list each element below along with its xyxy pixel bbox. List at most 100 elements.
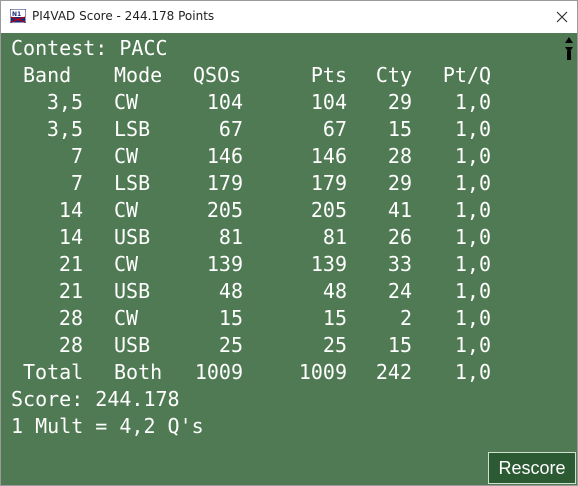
cell-pts: 81 bbox=[322, 225, 347, 249]
cell-pts: 139 bbox=[310, 252, 347, 276]
table-row: 7 CW 146 146 28 1,0 bbox=[11, 143, 561, 170]
cell-ptq: 1,0 bbox=[454, 306, 491, 330]
cell-band: 3,5 bbox=[46, 117, 83, 141]
cell-mode: CW bbox=[114, 252, 139, 276]
n1mm-logo-icon: N1 bbox=[10, 9, 26, 23]
cell-mode: CW bbox=[114, 198, 139, 222]
cell-mode: LSB bbox=[114, 171, 151, 195]
cell-qsos: 48 bbox=[218, 279, 243, 303]
cell-qsos: 25 bbox=[218, 333, 243, 357]
cell-band: 28 bbox=[58, 333, 83, 357]
rescore-button[interactable]: Rescore bbox=[488, 452, 576, 484]
cell-band: 7 bbox=[70, 171, 83, 195]
cell-qsos: 146 bbox=[206, 144, 243, 168]
table-row: 14 USB 81 81 26 1,0 bbox=[11, 224, 561, 251]
total-band: Total bbox=[23, 360, 84, 384]
header-pts: Pts bbox=[310, 63, 347, 87]
cell-cty: 29 bbox=[387, 171, 412, 195]
cell-cty: 33 bbox=[387, 252, 412, 276]
total-qsos: 1009 bbox=[194, 360, 243, 384]
cell-ptq: 1,0 bbox=[454, 90, 491, 114]
cell-pts: 146 bbox=[310, 144, 347, 168]
header-cty: Cty bbox=[375, 63, 412, 87]
cell-qsos: 104 bbox=[206, 90, 243, 114]
scroll-down-button[interactable] bbox=[564, 45, 574, 55]
score-text: Contest: PACC Band Mode QSOs Pts Cty Pt/… bbox=[11, 35, 561, 440]
cell-pts: 179 bbox=[310, 171, 347, 195]
cell-pts: 48 bbox=[322, 279, 347, 303]
cell-qsos: 15 bbox=[218, 306, 243, 330]
cell-ptq: 1,0 bbox=[454, 333, 491, 357]
vertical-scrollbar[interactable] bbox=[561, 33, 577, 485]
cell-band: 21 bbox=[58, 279, 83, 303]
cell-mode: CW bbox=[114, 306, 139, 330]
mult-line: 1 Mult = 4,2 Q's bbox=[11, 414, 204, 438]
cell-ptq: 1,0 bbox=[454, 171, 491, 195]
cell-pts: 67 bbox=[322, 117, 347, 141]
scroll-down-arrow-icon bbox=[565, 47, 573, 53]
table-row: 28 CW 15 15 2 1,0 bbox=[11, 305, 561, 332]
cell-pts: 15 bbox=[322, 306, 347, 330]
header-mode: Mode bbox=[114, 63, 163, 87]
cell-mode: USB bbox=[114, 225, 151, 249]
cell-band: 28 bbox=[58, 306, 83, 330]
title-bar: N1 PI4VAD Score - 244.178 Points bbox=[1, 1, 577, 33]
table-row: 3,5 LSB 67 67 15 1,0 bbox=[11, 116, 561, 143]
cell-cty: 41 bbox=[387, 198, 412, 222]
cell-ptq: 1,0 bbox=[454, 117, 491, 141]
cell-mode: USB bbox=[114, 333, 151, 357]
cell-cty: 2 bbox=[399, 306, 412, 330]
cell-cty: 24 bbox=[387, 279, 412, 303]
cell-cty: 29 bbox=[387, 90, 412, 114]
cell-band: 14 bbox=[58, 198, 83, 222]
svg-text:N1: N1 bbox=[12, 11, 21, 18]
cell-band: 3,5 bbox=[46, 90, 83, 114]
header-band: Band bbox=[23, 63, 72, 87]
cell-band: 21 bbox=[58, 252, 83, 276]
cell-qsos: 67 bbox=[218, 117, 243, 141]
score-window: N1 PI4VAD Score - 244.178 Points Contest… bbox=[0, 0, 578, 486]
cell-ptq: 1,0 bbox=[454, 198, 491, 222]
cell-qsos: 179 bbox=[206, 171, 243, 195]
table-row: 21 USB 48 48 24 1,0 bbox=[11, 278, 561, 305]
cell-ptq: 1,0 bbox=[454, 144, 491, 168]
total-cty: 242 bbox=[375, 360, 412, 384]
cell-mode: USB bbox=[114, 279, 151, 303]
scroll-up-button[interactable] bbox=[564, 35, 574, 45]
table-row: 7 LSB 179 179 29 1,0 bbox=[11, 170, 561, 197]
cell-qsos: 205 bbox=[206, 198, 243, 222]
cell-cty: 26 bbox=[387, 225, 412, 249]
cell-qsos: 139 bbox=[206, 252, 243, 276]
total-pts: 1009 bbox=[298, 360, 347, 384]
header-qsos: QSOs bbox=[193, 63, 242, 87]
window-title: PI4VAD Score - 244.178 Points bbox=[32, 9, 215, 23]
table-row: 14 CW 205 205 41 1,0 bbox=[11, 197, 561, 224]
cell-mode: CW bbox=[114, 144, 139, 168]
cell-ptq: 1,0 bbox=[454, 252, 491, 276]
close-button[interactable] bbox=[549, 5, 575, 29]
cell-mode: LSB bbox=[114, 117, 151, 141]
score-line: Score: 244.178 bbox=[11, 387, 180, 411]
total-mode: Both bbox=[114, 360, 163, 384]
score-pane: Contest: PACC Band Mode QSOs Pts Cty Pt/… bbox=[1, 33, 577, 485]
scroll-up-arrow-icon bbox=[565, 37, 573, 43]
cell-cty: 15 bbox=[387, 117, 412, 141]
cell-pts: 104 bbox=[310, 90, 347, 114]
cell-cty: 15 bbox=[387, 333, 412, 357]
cell-qsos: 81 bbox=[218, 225, 243, 249]
header-ptq: Pt/Q bbox=[442, 63, 491, 87]
total-row: Total Both 1009 1009 242 1,0 bbox=[11, 359, 561, 386]
cell-band: 14 bbox=[58, 225, 83, 249]
cell-mode: CW bbox=[114, 90, 139, 114]
total-ptq: 1,0 bbox=[454, 360, 491, 384]
contest-line: Contest: PACC bbox=[11, 36, 168, 60]
table-row: 3,5 CW 104 104 29 1,0 bbox=[11, 89, 561, 116]
table-header: Band Mode QSOs Pts Cty Pt/Q bbox=[11, 62, 561, 89]
cell-ptq: 1,0 bbox=[454, 225, 491, 249]
table-row: 28 USB 25 25 15 1,0 bbox=[11, 332, 561, 359]
cell-ptq: 1,0 bbox=[454, 279, 491, 303]
cell-band: 7 bbox=[70, 144, 83, 168]
cell-pts: 205 bbox=[310, 198, 347, 222]
table-row: 21 CW 139 139 33 1,0 bbox=[11, 251, 561, 278]
cell-cty: 28 bbox=[387, 144, 412, 168]
